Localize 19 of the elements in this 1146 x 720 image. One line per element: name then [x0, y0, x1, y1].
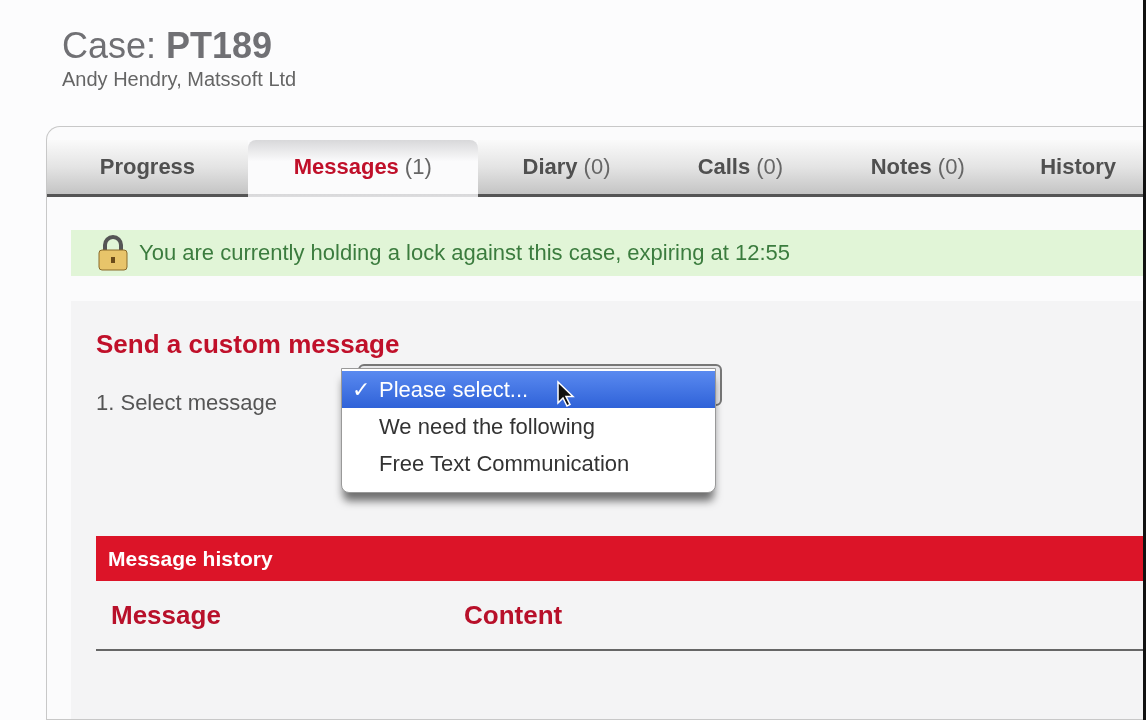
- history-title: Message history: [108, 546, 273, 571]
- tab[interactable]: Notes (0): [825, 140, 1011, 197]
- column-header: Content: [464, 599, 563, 631]
- lock-message: You are currently holding a lock against this case, expiring at 12:55: [139, 240, 791, 266]
- tab[interactable]: Messages (1): [247, 140, 478, 197]
- column-header: Message: [111, 599, 222, 631]
- tab[interactable]: Diary (0): [477, 140, 656, 197]
- dropdown-option[interactable]: We need the following: [342, 408, 715, 445]
- case-title: Case: PT189: [62, 26, 274, 66]
- section-heading: Send a custom message: [96, 329, 401, 360]
- dropdown-option[interactable]: Free Text Communication: [342, 445, 715, 482]
- padlock-icon: [97, 235, 129, 271]
- tab[interactable]: Calls (0): [655, 140, 826, 197]
- tab[interactable]: History: [1010, 140, 1146, 197]
- select-label: 1. Select message: [96, 390, 277, 416]
- tab[interactable]: Progress: [47, 140, 248, 197]
- case-subtitle: Andy Hendry, Matssoft Ltd: [62, 68, 298, 91]
- cursor-icon: [556, 380, 576, 408]
- dropdown-option[interactable]: ✓ Please select...: [342, 371, 715, 408]
